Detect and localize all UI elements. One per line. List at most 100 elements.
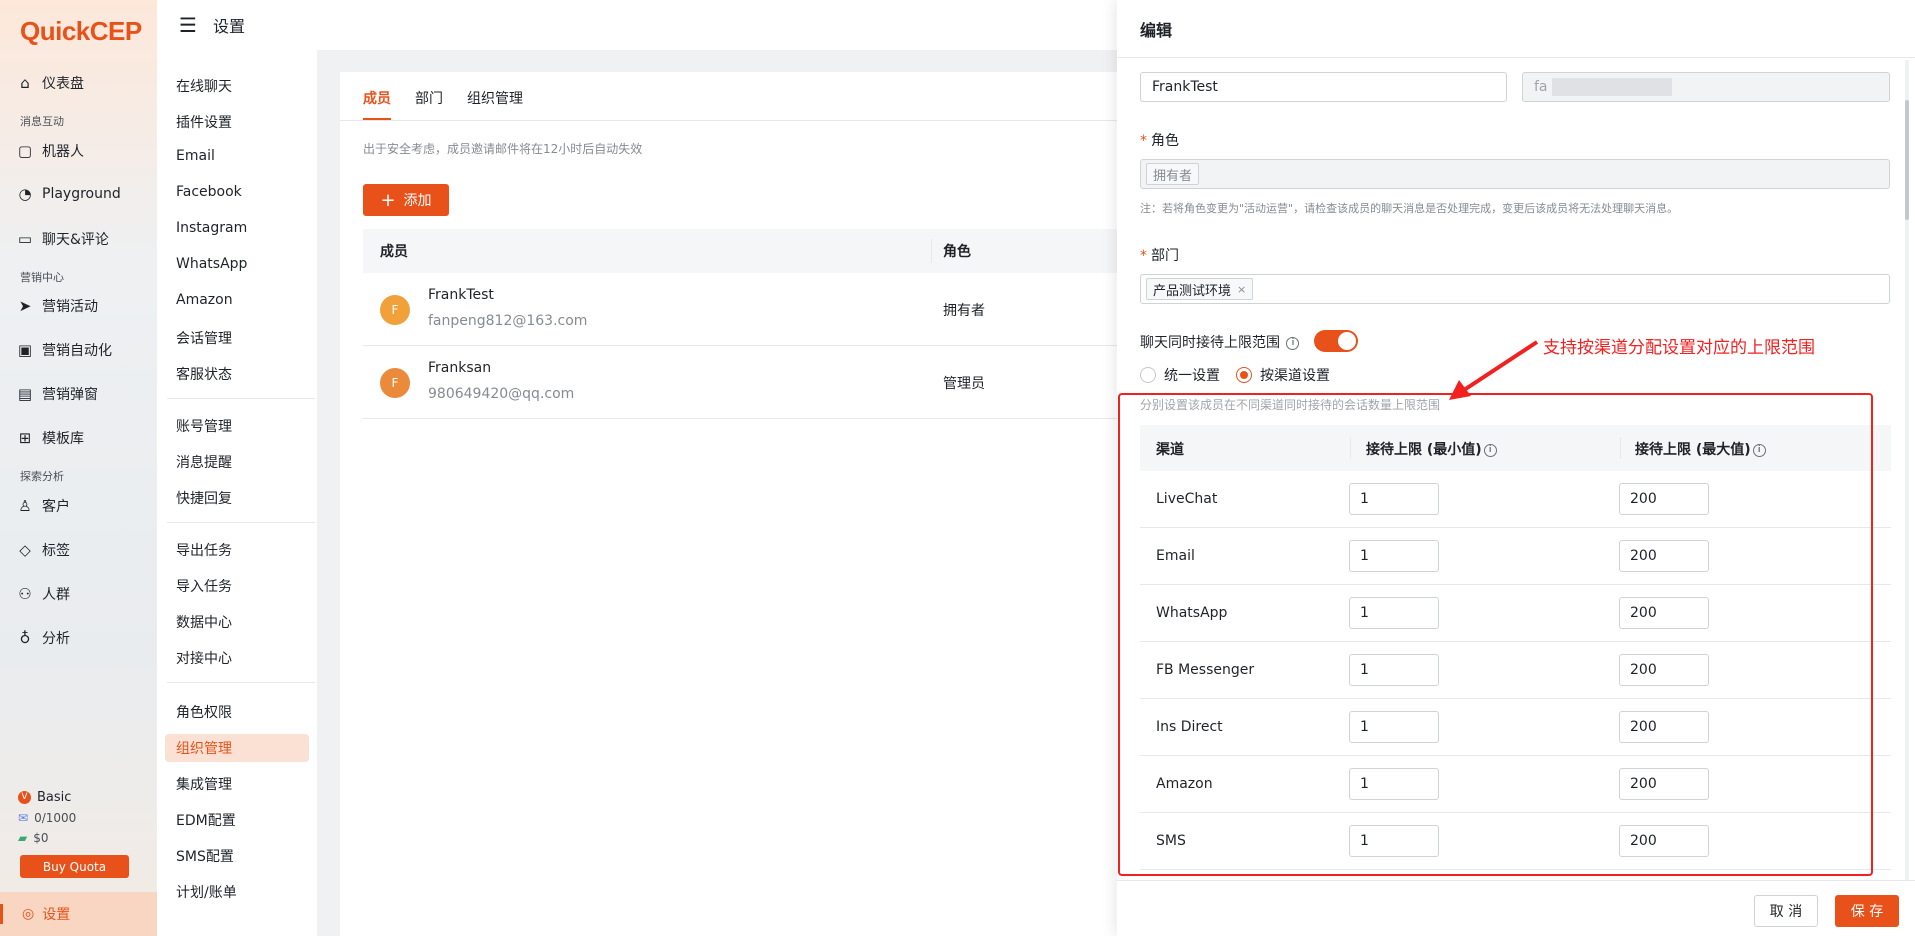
plus-icon: +	[380, 189, 396, 211]
role-tag: 拥有者	[1146, 163, 1200, 185]
radio-circle-selected	[1236, 367, 1252, 383]
submenu-item[interactable]: Instagram	[176, 220, 247, 236]
sidebar-item-automation[interactable]: ▣ 营销自动化	[16, 340, 112, 360]
member-role: 拥有者	[943, 303, 985, 319]
column-member: 成员	[380, 244, 408, 260]
email-field: fa	[1522, 72, 1890, 102]
limit-mode-radios: 统一设置 按渠道设置	[1140, 365, 1346, 385]
submenu-item[interactable]: 消息提醒	[176, 452, 232, 472]
submenu-item[interactable]: EDM配置	[176, 810, 236, 830]
radio-by-channel[interactable]: 按渠道设置	[1236, 365, 1330, 385]
member-role: 管理员	[943, 376, 985, 392]
mail-icon: ✉	[18, 811, 29, 825]
chat-icon: ▭	[17, 230, 33, 248]
role-field: 拥有者	[1140, 159, 1890, 189]
tag-icon: ◇	[19, 541, 31, 559]
sidebar-item-playground[interactable]: ◔ Playground	[16, 185, 120, 203]
top-bar: ☰ 设置	[157, 0, 1117, 50]
submenu-item[interactable]: 插件设置	[176, 112, 232, 132]
tab-divider	[340, 120, 1140, 121]
submenu-item[interactable]: Facebook	[176, 184, 242, 200]
cancel-button[interactable]: 取 消	[1754, 895, 1818, 927]
invite-hint: 出于安全考虑，成员邀请邮件将在12小时后自动失效	[363, 142, 643, 156]
member-email: fanpeng812@163.com	[428, 313, 588, 329]
robot-icon: ▢	[17, 142, 33, 160]
info-icon: i	[1286, 336, 1300, 350]
sidebar-item-tags[interactable]: ◇ 标签	[16, 540, 70, 560]
sidebar-item-popup[interactable]: ▤ 营销弹窗	[16, 384, 98, 404]
plan-badge-icon: V	[18, 791, 31, 804]
tab-members[interactable]: 成员	[363, 88, 391, 120]
department-field[interactable]: 产品测试环境 ×	[1140, 274, 1890, 304]
scrollbar-thumb[interactable]	[1905, 100, 1909, 220]
table-row[interactable]: F FrankTest fanpeng812@163.com 拥有者	[363, 273, 1140, 346]
add-member-button[interactable]: + 添加	[363, 184, 449, 216]
template-icon: ⊞	[18, 429, 32, 447]
department-tag[interactable]: 产品测试环境 ×	[1146, 278, 1254, 300]
avatar: F	[380, 368, 410, 398]
submenu-item[interactable]: 对接中心	[176, 648, 232, 668]
sidebar-item-customer[interactable]: ♙ 客户	[16, 496, 70, 516]
tab-organization[interactable]: 组织管理	[467, 88, 523, 120]
submenu-item[interactable]: 角色权限	[176, 702, 232, 722]
submenu-item-active[interactable]: 组织管理	[176, 738, 232, 758]
menu-toggle-icon[interactable]: ☰	[179, 13, 197, 37]
wallet-icon: ▰	[18, 831, 28, 845]
sidebar-item-robot[interactable]: ▢ 机器人	[16, 141, 84, 161]
column-role: 角色	[943, 244, 971, 260]
drawer-title: 编辑	[1117, 0, 1915, 58]
scrollbar-track[interactable]	[1905, 60, 1909, 880]
submenu-item[interactable]: 客服状态	[176, 364, 232, 384]
submenu-item[interactable]: 会话管理	[176, 328, 232, 348]
sidebar-item-templates[interactable]: ⊞ 模板库	[16, 428, 84, 448]
table-row[interactable]: F Franksan 980649420@qq.com 管理员	[363, 346, 1140, 419]
sidebar-item-dashboard[interactable]: ⌂ 仪表盘	[16, 73, 84, 93]
group-icon: ⚇	[18, 585, 32, 603]
tab-departments[interactable]: 部门	[415, 88, 443, 120]
submenu-item[interactable]: 在线聊天	[176, 76, 232, 96]
radio-circle	[1140, 367, 1156, 383]
home-icon: ⌂	[20, 74, 30, 92]
drawer-footer: 取 消 保 存	[1117, 880, 1915, 936]
submenu-item[interactable]: 导出任务	[176, 540, 232, 560]
radio-unified[interactable]: 统一设置	[1140, 365, 1220, 385]
role-label: * 角色	[1140, 133, 1179, 149]
members-tabs: 成员 部门 组织管理	[363, 88, 523, 120]
sidebar-item-chat[interactable]: ▭ 聊天&评论	[16, 229, 109, 249]
redacted-block	[1551, 78, 1672, 96]
sidebar-item-audience[interactable]: ⚇ 人群	[16, 584, 70, 604]
annotation-highlight-box	[1118, 393, 1873, 876]
close-icon[interactable]: ×	[1237, 283, 1246, 296]
settings-submenu: 在线聊天 插件设置 Email Facebook Instagram Whats…	[157, 50, 317, 936]
submenu-item[interactable]: Amazon	[176, 292, 233, 308]
name-field[interactable]: FrankTest	[1140, 72, 1507, 102]
submenu-item[interactable]: 导入任务	[176, 576, 232, 596]
sidebar-item-analysis[interactable]: ♁ 分析	[16, 628, 71, 648]
submenu-item[interactable]: SMS配置	[176, 846, 234, 866]
submenu-item[interactable]: 快捷回复	[176, 488, 232, 508]
divider	[167, 398, 315, 399]
plan-name: V Basic	[18, 790, 71, 805]
sidebar-group-messaging: 消息互动	[20, 115, 64, 128]
buy-quota-button[interactable]: Buy Quota	[20, 855, 129, 878]
submenu-item[interactable]: 数据中心	[176, 612, 232, 632]
role-note: 注：若将角色变更为"活动运营"，请检查该成员的聊天消息是否处理完成，变更后该成员…	[1140, 202, 1679, 215]
member-name: Franksan	[428, 360, 492, 376]
divider	[167, 522, 315, 523]
sidebar-item-settings[interactable]: ◎ 设置	[0, 892, 157, 936]
submenu-item[interactable]: 账号管理	[176, 416, 232, 436]
annotation-arrow-icon	[1449, 340, 1539, 400]
submenu-item[interactable]: WhatsApp	[176, 256, 247, 272]
member-name: FrankTest	[428, 287, 494, 303]
submenu-item[interactable]: 集成管理	[176, 774, 232, 794]
playground-icon: ◔	[18, 185, 32, 203]
plan-quota: ✉ 0/1000	[18, 811, 77, 825]
page-title: 设置	[212, 17, 245, 36]
limit-toggle[interactable]	[1314, 330, 1358, 352]
bulb-icon: ♁	[19, 629, 31, 647]
submenu-item[interactable]: Email	[176, 148, 215, 164]
submenu-item[interactable]: 计划/账单	[176, 882, 237, 902]
save-button[interactable]: 保 存	[1835, 895, 1899, 927]
sidebar-item-campaign[interactable]: ➤ 营销活动	[16, 296, 98, 316]
sidebar-group-marketing: 营销中心	[20, 271, 64, 284]
